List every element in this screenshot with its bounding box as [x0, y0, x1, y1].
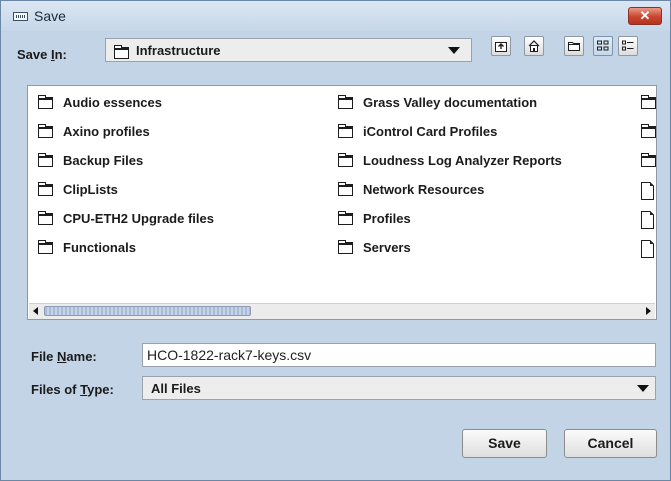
save-in-value: Infrastructure [136, 43, 221, 58]
file-type-label: Files of Type: [31, 382, 114, 397]
folder-icon [38, 182, 53, 196]
scrollbar-thumb[interactable] [44, 306, 251, 316]
folder-icon [114, 45, 129, 59]
folder-icon [38, 153, 53, 167]
document-icon[interactable] [641, 211, 654, 229]
list-item-label: Loudness Log Analyzer Reports [363, 153, 562, 168]
save-dialog: Save ✕ Save In: Infrastructure Audio ess… [0, 0, 671, 481]
new-folder-icon [568, 42, 580, 51]
folder-icon [338, 124, 353, 138]
folder-icon [38, 240, 53, 254]
save-in-label: Save In: [17, 47, 67, 62]
folder-icon [338, 182, 353, 196]
close-button[interactable]: ✕ [628, 7, 662, 25]
home-icon [528, 40, 540, 52]
scroll-left-icon[interactable] [33, 307, 38, 315]
document-icon[interactable] [641, 240, 654, 258]
folder-icon [338, 240, 353, 254]
folder-icon [38, 211, 53, 225]
home-button[interactable] [524, 36, 544, 56]
folder-icon [338, 211, 353, 225]
up-one-level-icon [495, 42, 507, 52]
list-item-label: Grass Valley documentation [363, 95, 538, 110]
folder-icon[interactable] [641, 153, 656, 167]
list-item-label: Audio essences [63, 95, 162, 110]
new-folder-button[interactable] [564, 36, 584, 56]
window-app-icon [13, 12, 28, 21]
list-item-label: Backup Files [63, 153, 144, 168]
title-bar[interactable]: Save ✕ [1, 1, 670, 31]
list-item-label: Servers [363, 240, 411, 255]
list-item-label: Axino profiles [63, 124, 150, 139]
window-title: Save [34, 8, 66, 24]
list-item-label: ClipLists [63, 182, 118, 197]
folder-icon [38, 124, 53, 138]
scroll-right-icon[interactable] [646, 307, 651, 315]
file-list[interactable]: Audio essences Axino profiles Backup Fil… [27, 85, 657, 320]
list-item-label: Profiles [363, 211, 411, 226]
chevron-down-icon [637, 385, 649, 392]
folder-icon[interactable] [641, 95, 656, 109]
list-view-button[interactable] [593, 36, 613, 56]
file-type-dropdown[interactable]: All Files [142, 376, 656, 400]
folder-icon[interactable] [641, 124, 656, 138]
cancel-button[interactable]: Cancel [564, 429, 657, 458]
file-type-value: All Files [151, 381, 201, 396]
details-view-icon [622, 40, 634, 51]
list-item-label: Network Resources [363, 182, 485, 197]
list-view-icon [597, 40, 609, 51]
chevron-down-icon [448, 47, 460, 54]
save-in-dropdown[interactable]: Infrastructure [105, 38, 472, 62]
folder-icon [38, 95, 53, 109]
list-item-label: iControl Card Profiles [363, 124, 498, 139]
up-one-level-button[interactable] [491, 36, 511, 56]
document-icon[interactable] [641, 182, 654, 200]
list-item-label: Functionals [63, 240, 136, 255]
horizontal-scrollbar[interactable] [29, 303, 655, 319]
file-name-field[interactable] [142, 343, 656, 367]
save-button[interactable]: Save [462, 429, 547, 458]
file-name-label: File Name: [31, 349, 97, 364]
list-item-label: CPU-ETH2 Upgrade files [63, 211, 214, 226]
folder-icon [338, 153, 353, 167]
file-name-input[interactable] [143, 344, 655, 366]
list-column-partial [640, 86, 656, 302]
details-view-button[interactable] [618, 36, 638, 56]
folder-icon [338, 95, 353, 109]
